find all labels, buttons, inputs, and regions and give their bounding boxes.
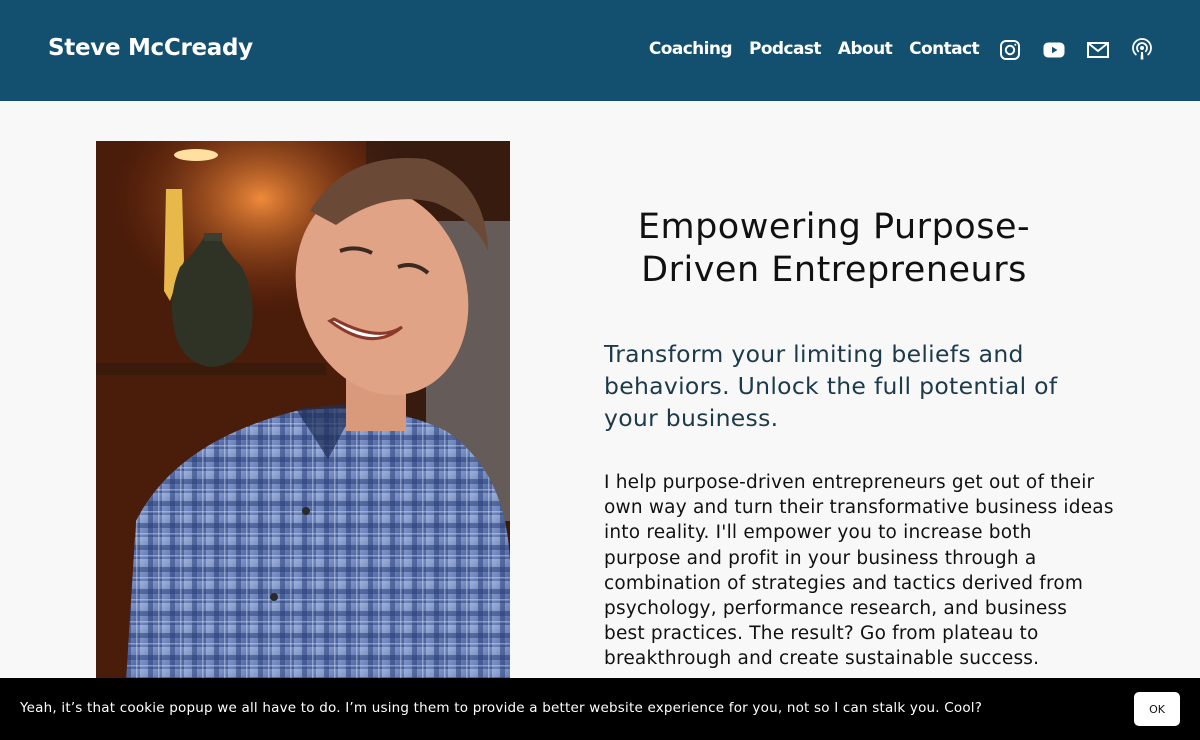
hero-content: Empowering Purpose-Driven Entrepreneurs … bbox=[604, 206, 1114, 672]
nav-coaching[interactable]: Coaching bbox=[649, 39, 733, 59]
cookie-message: Yeah, it’s that cookie popup we all have… bbox=[20, 700, 983, 716]
mail-icon[interactable] bbox=[1086, 38, 1110, 62]
hero-headline: Empowering Purpose-Driven Entrepreneurs bbox=[637, 207, 1031, 290]
site-header: Steve McCready Coaching Podcast About Co… bbox=[0, 0, 1200, 101]
youtube-icon[interactable] bbox=[1042, 38, 1066, 62]
cookie-banner: Yeah, it’s that cookie popup we all have… bbox=[0, 678, 1200, 740]
nav-contact[interactable]: Contact bbox=[909, 39, 979, 59]
portrait-photo bbox=[96, 141, 510, 681]
site-title[interactable]: Steve McCready bbox=[48, 35, 253, 61]
hero-body: I help purpose-driven entrepreneurs get … bbox=[604, 472, 1114, 670]
nav-podcast[interactable]: Podcast bbox=[749, 39, 822, 59]
hero-subhead: Transform your limiting beliefs and beha… bbox=[604, 340, 1058, 432]
cookie-ok-button[interactable]: OK bbox=[1134, 692, 1180, 726]
nav-about[interactable]: About bbox=[838, 39, 893, 59]
social-links bbox=[998, 38, 1154, 62]
podcast-icon[interactable] bbox=[1130, 38, 1154, 62]
instagram-icon[interactable] bbox=[998, 38, 1022, 62]
main-nav: Coaching Podcast About Contact bbox=[649, 39, 980, 59]
